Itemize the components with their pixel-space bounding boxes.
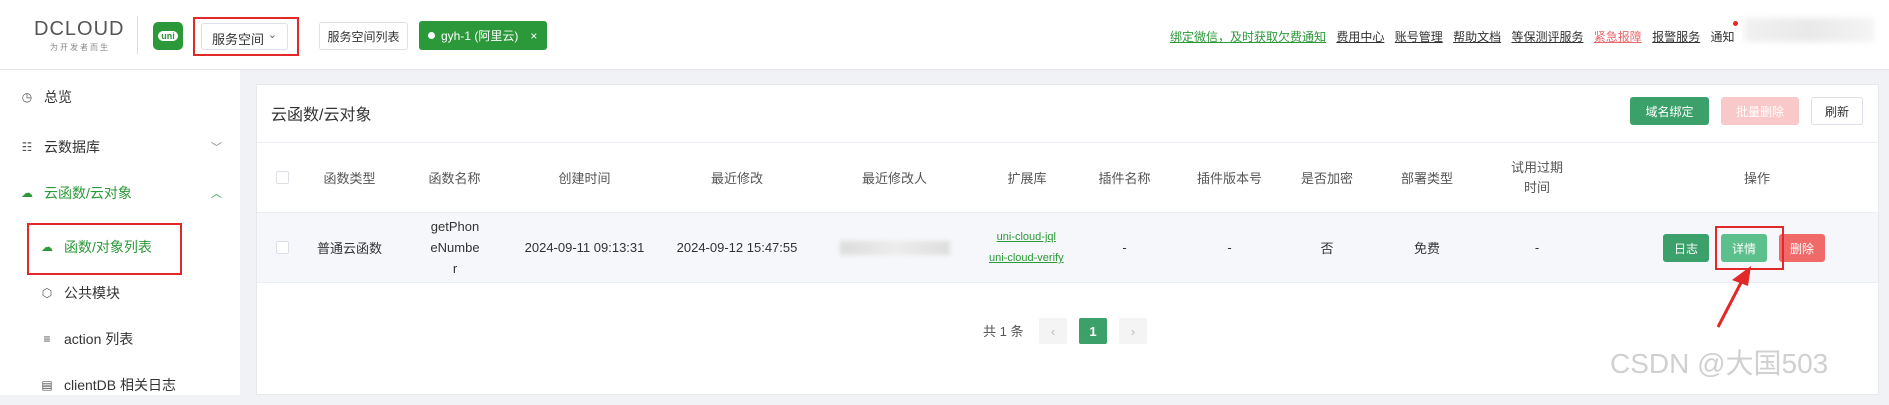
sidebar-item-label: 总览 xyxy=(44,89,72,105)
list-icon: ☷ xyxy=(21,140,33,154)
emergency-link[interactable]: 紧急报障 xyxy=(1594,30,1642,44)
uni-app-icon: uni xyxy=(153,22,183,50)
sidebar-item-label: 云函数/云对象 xyxy=(44,185,132,201)
sidebar-item-overview[interactable]: ◷ 总览 xyxy=(0,77,240,117)
sidebar-item-cloud-functions[interactable]: ☁ 云函数/云对象 ︿ xyxy=(0,173,240,213)
report-service-link[interactable]: 报警服务 xyxy=(1652,30,1700,44)
select-all-checkbox[interactable] xyxy=(275,143,289,212)
header-actions: 操作 xyxy=(1743,171,1770,186)
header-trial-expiry: 试用过期时间 xyxy=(1510,159,1563,195)
clock-icon: ◷ xyxy=(21,90,33,104)
sidebar-item-label: action 列表 xyxy=(64,331,134,347)
cell-name: getPhoneNumber xyxy=(430,219,480,276)
header-plugin-name: 插件名称 xyxy=(1098,171,1151,186)
row-checkbox[interactable] xyxy=(275,213,289,282)
page-title: 云函数/云对象 xyxy=(271,107,372,124)
cell-modified: 2024-09-12 15:47:55 xyxy=(676,240,798,255)
cube-icon: ⬡ xyxy=(41,286,53,300)
sidebar-item-label: clientDB 相关日志 xyxy=(64,377,177,393)
table-row: 普通云函数 getPhoneNumber 2024-09-11 09:13:31… xyxy=(257,213,1878,283)
pagination-total: 共 1 条 xyxy=(983,324,1024,339)
header-ext-libs: 扩展库 xyxy=(1007,171,1047,186)
sidebar-subitem-clientdb-logs[interactable]: ▤ clientDB 相关日志 xyxy=(0,365,240,405)
prev-page-button[interactable]: ‹ xyxy=(1039,318,1067,344)
cell-trial-expiry: - xyxy=(1534,240,1540,255)
header-created: 创建时间 xyxy=(558,171,611,186)
annotation-box-detail-button xyxy=(1715,226,1784,270)
delete-button[interactable]: 删除 xyxy=(1779,234,1825,262)
cell-deploy-type: 免费 xyxy=(1413,241,1440,256)
header-name: 函数名称 xyxy=(428,171,481,186)
cell-modifier xyxy=(812,213,977,282)
sidebar-item-label: 云数据库 xyxy=(44,139,100,155)
header-deploy-type: 部署类型 xyxy=(1400,171,1453,186)
current-space-label: gyh-1 (阿里云) xyxy=(441,29,519,43)
bind-wechat-link[interactable]: 绑定微信，及时获取欠费通知 xyxy=(1170,30,1326,44)
close-icon[interactable]: × xyxy=(530,29,537,43)
annotation-box-space-select xyxy=(193,17,299,56)
header-modifier: 最近修改人 xyxy=(861,171,927,186)
chevron-up-icon: ︿ xyxy=(211,188,222,200)
bind-domain-button[interactable]: 域名绑定 xyxy=(1630,97,1709,125)
billing-link[interactable]: 费用中心 xyxy=(1336,30,1384,44)
notification-dot xyxy=(1733,21,1738,26)
sidebar-item-label: 公共模块 xyxy=(64,285,120,301)
batch-delete-button[interactable]: 批量删除 xyxy=(1721,97,1799,125)
annotation-box-function-list xyxy=(27,223,182,275)
security-eval-link[interactable]: 等保测评服务 xyxy=(1511,30,1583,44)
header-plugin-version: 插件版本号 xyxy=(1196,171,1262,186)
doc-icon: ▤ xyxy=(41,378,53,392)
header-type: 函数类型 xyxy=(323,171,376,186)
logo-text: DCLOUD xyxy=(34,18,125,40)
dcloud-logo[interactable]: DCLOUD 为开发者而生 xyxy=(34,18,126,54)
chevron-down-icon: ﹀ xyxy=(211,142,222,154)
avatar[interactable] xyxy=(1744,18,1874,42)
header-divider xyxy=(137,16,138,54)
cell-plugin-name: - xyxy=(1122,240,1127,255)
cell-created: 2024-09-11 09:13:31 xyxy=(524,240,645,255)
header-encrypted: 是否加密 xyxy=(1300,171,1353,186)
page-1-button[interactable]: 1 xyxy=(1079,318,1107,344)
next-page-button[interactable]: › xyxy=(1119,318,1147,344)
notifications-link[interactable]: 通知 xyxy=(1711,30,1735,44)
sidebar-subitem-action-list[interactable]: ≡ action 列表 xyxy=(0,319,240,359)
log-button[interactable]: 日志 xyxy=(1663,234,1709,262)
ext-lib-link[interactable]: uni-cloud-verify xyxy=(989,252,1064,264)
ext-lib-link[interactable]: uni-cloud-jql xyxy=(989,231,1064,243)
cell-type: 普通云函数 xyxy=(316,241,382,256)
status-dot-icon xyxy=(428,32,435,39)
cell-ext-libs: uni-cloud-jql uni-cloud-verify xyxy=(977,213,1077,282)
watermark: CSDN @大国503 xyxy=(1610,348,1829,379)
sidebar-subitem-common-modules[interactable]: ⬡ 公共模块 xyxy=(0,273,240,313)
current-space-tag[interactable]: gyh-1 (阿里云) × xyxy=(419,21,547,50)
sidebar-item-database[interactable]: ☷ 云数据库 ﹀ xyxy=(0,127,240,167)
lines-icon: ≡ xyxy=(43,332,51,346)
cloud-icon: ☁ xyxy=(21,186,33,200)
cell-plugin-version: - xyxy=(1227,240,1232,255)
top-links: 绑定微信，及时获取欠费通知 费用中心 账号管理 帮助文档 等保测评服务 紧急报障… xyxy=(1170,28,1735,45)
space-list-button[interactable]: 服务空间列表 xyxy=(319,22,408,50)
logo-subtitle: 为开发者而生 xyxy=(50,43,110,52)
refresh-button[interactable]: 刷新 xyxy=(1811,97,1863,125)
account-link[interactable]: 账号管理 xyxy=(1395,30,1443,44)
table-header: 函数类型 函数名称 创建时间 最近修改 最近修改人 扩展库 插件名称 插件版本号… xyxy=(257,142,1878,213)
cell-encrypted: 否 xyxy=(1320,241,1334,256)
help-link[interactable]: 帮助文档 xyxy=(1453,30,1501,44)
header-modified: 最近修改 xyxy=(710,171,763,186)
